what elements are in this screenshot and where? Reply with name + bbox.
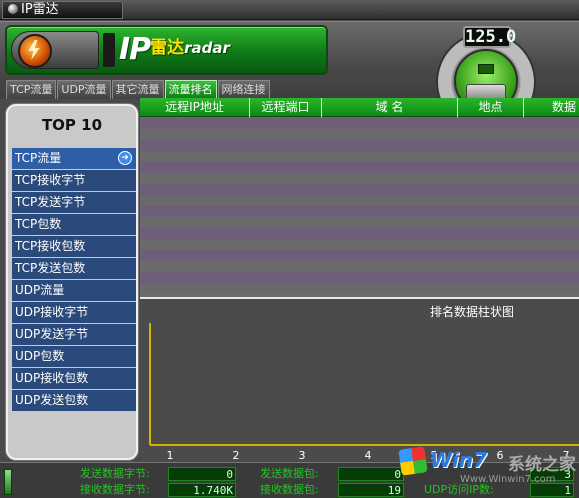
- ranking-metric-panel: TOP 10 TCP流量 ➔ TCP接收字节 TCP发送字节 TCP包数 TCP接…: [6, 104, 138, 460]
- logo-text: IP雷达radar: [119, 32, 230, 68]
- metric-item-udp-recv-bytes[interactable]: UDP接收字节: [12, 302, 136, 323]
- watermark: Win7 系统之家 Www.Winwin7.com: [398, 442, 579, 498]
- chart-x-tick-label: 4: [365, 449, 372, 462]
- ranking-bar-chart: 1234567 排名数据柱状图: [140, 297, 579, 462]
- status-led: [4, 469, 12, 495]
- metric-item-tcp-recv-bytes[interactable]: TCP接收字节: [12, 170, 136, 191]
- window-title-text: IP雷达: [21, 2, 59, 17]
- title-bar: IP雷达: [0, 0, 579, 20]
- chart-x-tick-label: 3: [299, 449, 306, 462]
- column-location[interactable]: 地点: [458, 98, 524, 117]
- header: IP雷达radar TCP流量 UDP流量 其它流量 流量排名 网络连接 125.0: [0, 21, 579, 132]
- chart-x-tick-label: 1: [167, 449, 174, 462]
- table-row: [140, 239, 579, 250]
- column-remote-ip[interactable]: 远程IP地址: [140, 98, 250, 117]
- recv-bytes-value: 1.740K: [168, 483, 236, 497]
- logo-divider: [103, 33, 115, 67]
- logo-banner: IP雷达radar: [5, 25, 328, 75]
- table-row: [140, 283, 579, 294]
- metric-label: UDP流量: [15, 283, 65, 297]
- window-title[interactable]: IP雷达: [2, 1, 123, 19]
- metric-item-udp-recv-packets[interactable]: UDP接收包数: [12, 368, 136, 389]
- chart-canvas: 1234567: [149, 323, 579, 462]
- table-row: [140, 206, 579, 217]
- metric-item-udp-packets[interactable]: UDP包数: [12, 346, 136, 367]
- arrow-right-icon: ➔: [118, 151, 132, 165]
- table-row: [140, 129, 579, 140]
- recv-packets-value: 19: [338, 483, 404, 497]
- column-data[interactable]: 数据: [524, 98, 579, 117]
- panel-title: TOP 10: [41, 116, 103, 134]
- chart-x-tick-label: 2: [233, 449, 240, 462]
- send-packets-label: 发送数据包:: [260, 467, 319, 480]
- recv-packets-label: 接收数据包:: [260, 483, 319, 496]
- table-row: [140, 118, 579, 129]
- metric-item-udp-send-bytes[interactable]: UDP发送字节: [12, 324, 136, 345]
- tab-bar: TCP流量 UDP流量 其它流量 流量排名 网络连接: [6, 80, 271, 99]
- watermark-url: Www.Winwin7.com: [460, 474, 556, 485]
- column-remote-port[interactable]: 远程端口: [250, 98, 322, 117]
- table-header: 远程IP地址 远程端口 域 名 地点 数据: [140, 98, 579, 117]
- metric-label: UDP发送包数: [15, 393, 89, 407]
- table-row: [140, 195, 579, 206]
- metric-label: UDP包数: [15, 349, 65, 363]
- metric-label: TCP接收字节: [15, 173, 86, 187]
- table-row: [140, 173, 579, 184]
- chart-title: 排名数据柱状图: [430, 305, 515, 319]
- metric-label: TCP发送字节: [15, 195, 86, 209]
- column-domain[interactable]: 域 名: [322, 98, 458, 117]
- metric-list: TCP流量 ➔ TCP接收字节 TCP发送字节 TCP包数 TCP接收包数 TCP…: [12, 148, 136, 412]
- metric-label: TCP接收包数: [15, 239, 86, 253]
- recv-bytes-label: 接收数据字节:: [80, 483, 150, 496]
- tab-network-connections[interactable]: 网络连接: [217, 80, 270, 99]
- logo-ip: IP: [119, 32, 151, 67]
- metric-item-tcp-recv-packets[interactable]: TCP接收包数: [12, 236, 136, 257]
- metric-item-tcp-send-packets[interactable]: TCP发送包数: [12, 258, 136, 279]
- windows-logo-icon: [398, 446, 428, 476]
- metric-label: UDP发送字节: [15, 327, 89, 341]
- ranking-table[interactable]: 远程IP地址 远程端口 域 名 地点 数据: [140, 98, 579, 297]
- table-row: [140, 250, 579, 261]
- send-bytes-value: 0: [168, 467, 236, 481]
- gauge-display: 125.0: [463, 26, 517, 48]
- table-row: [140, 228, 579, 239]
- tab-other-traffic[interactable]: 其它流量: [111, 80, 164, 99]
- metric-item-udp-traffic[interactable]: UDP流量: [12, 280, 136, 301]
- logo-emblem: [11, 31, 99, 69]
- tab-udp-traffic[interactable]: UDP流量: [57, 80, 111, 99]
- send-bytes-label: 发送数据字节:: [80, 467, 150, 480]
- send-packets-value: 0: [338, 467, 404, 481]
- tab-tcp-traffic[interactable]: TCP流量: [6, 80, 57, 99]
- metric-label: TCP发送包数: [15, 261, 86, 275]
- table-row: [140, 272, 579, 283]
- table-row: [140, 162, 579, 173]
- app-icon: [8, 4, 18, 14]
- table-row: [140, 217, 579, 228]
- metric-label: TCP流量: [15, 151, 62, 165]
- metric-item-tcp-send-bytes[interactable]: TCP发送字节: [12, 192, 136, 213]
- gauge-led: [478, 64, 494, 74]
- table-row: [140, 261, 579, 272]
- table-row: [140, 140, 579, 151]
- radar-gauge: 125.0: [430, 22, 540, 132]
- table-row: [140, 184, 579, 195]
- metric-label: TCP包数: [15, 217, 62, 231]
- metric-label: UDP接收包数: [15, 371, 89, 385]
- metric-label: UDP接收字节: [15, 305, 89, 319]
- logo-cn: 雷达: [150, 38, 185, 58]
- tab-traffic-ranking[interactable]: 流量排名: [164, 80, 217, 99]
- logo-en: radar: [184, 39, 230, 57]
- table-row: [140, 151, 579, 162]
- metric-item-tcp-packets[interactable]: TCP包数: [12, 214, 136, 235]
- metric-item-udp-send-packets[interactable]: UDP发送包数: [12, 390, 136, 411]
- watermark-cn: 系统之家: [508, 455, 576, 475]
- watermark-brand: Win7: [430, 448, 488, 472]
- metric-item-tcp-traffic[interactable]: TCP流量 ➔: [12, 148, 136, 169]
